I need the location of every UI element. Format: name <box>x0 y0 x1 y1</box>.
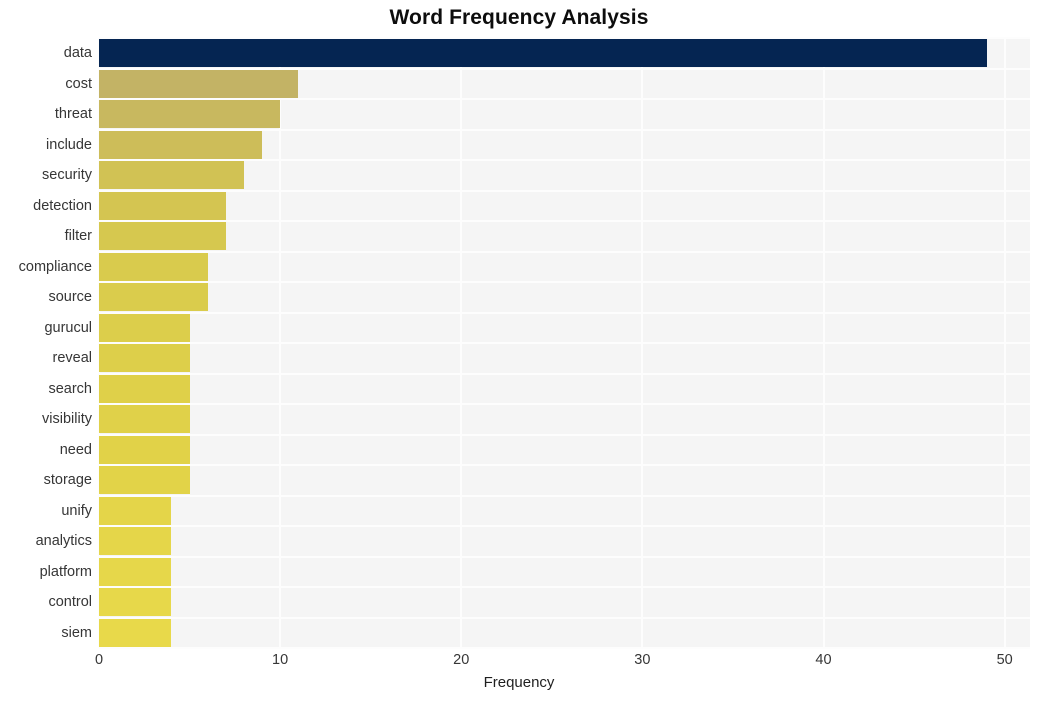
bar-storage <box>99 466 190 495</box>
bar-fill <box>99 405 190 434</box>
bar-security <box>99 161 244 190</box>
bar-control <box>99 588 172 617</box>
y-tick-label-include: include <box>46 136 92 153</box>
y-tick-label-compliance: compliance <box>18 258 92 275</box>
chart-title: Word Frequency Analysis <box>389 6 649 29</box>
bar-fill <box>99 283 208 312</box>
y-axis-tick-labels: data cost threat include security detection fi… <box>0 38 92 648</box>
bar-compliance <box>99 252 208 281</box>
y-tick-label-control: control <box>48 594 92 611</box>
bar-fill <box>99 100 281 129</box>
bar-fill <box>99 222 226 251</box>
y-tick-label-siem: siem <box>61 624 92 641</box>
bar-fill <box>99 69 299 98</box>
bar-gurucul <box>99 313 190 342</box>
bar-fill <box>99 39 987 68</box>
plot-area <box>98 37 1030 649</box>
bar-fill <box>99 374 190 403</box>
x-tick-label-50: 50 <box>996 652 1013 668</box>
bar-fill <box>99 496 172 525</box>
bar-platform <box>99 557 172 586</box>
bar-fill <box>99 588 172 617</box>
bar-fill <box>99 130 262 159</box>
bar-fill <box>99 618 172 647</box>
x-tick-label-20: 20 <box>453 652 470 668</box>
y-tick-label-source: source <box>48 289 92 306</box>
bar-series <box>99 38 1030 648</box>
bar-data <box>99 39 987 68</box>
bar-fill <box>99 313 190 342</box>
x-tick-label-0: 0 <box>94 652 104 668</box>
y-tick-label-need: need <box>59 441 92 458</box>
bar-fill <box>99 557 172 586</box>
x-axis-title: Frequency <box>483 674 555 691</box>
bar-source <box>99 283 208 312</box>
bar-siem <box>99 618 172 647</box>
y-tick-label-unify: unify <box>61 502 92 519</box>
bar-include <box>99 130 262 159</box>
bar-fill <box>99 344 190 373</box>
y-tick-label-data: data <box>63 45 92 62</box>
x-tick-label-10: 10 <box>272 652 289 668</box>
y-tick-label-detection: detection <box>33 197 92 214</box>
bar-fill <box>99 252 208 281</box>
y-tick-label-reveal: reveal <box>52 350 93 367</box>
bar-analytics <box>99 527 172 556</box>
x-axis-tick-labels: 0 10 20 30 40 50 <box>0 652 1038 674</box>
bar-unify <box>99 496 172 525</box>
bar-reveal <box>99 344 190 373</box>
bar-search <box>99 374 190 403</box>
y-tick-label-analytics: analytics <box>35 533 92 550</box>
bar-need <box>99 435 190 464</box>
x-tick-label-30: 30 <box>634 652 651 668</box>
y-tick-label-threat: threat <box>54 106 92 123</box>
bar-fill <box>99 191 226 220</box>
word-frequency-bar-chart: Word Frequency Analysis data cost threat in… <box>0 0 1038 701</box>
bar-cost <box>99 69 299 98</box>
y-tick-label-filter: filter <box>64 228 92 245</box>
bar-threat <box>99 100 281 129</box>
y-tick-label-visibility: visibility <box>42 411 92 428</box>
bar-detection <box>99 191 226 220</box>
bar-fill <box>99 435 190 464</box>
y-tick-label-storage: storage <box>43 472 92 489</box>
bar-visibility <box>99 405 190 434</box>
y-tick-label-cost: cost <box>65 75 92 92</box>
bar-fill <box>99 466 190 495</box>
y-tick-label-platform: platform <box>39 563 92 580</box>
bar-fill <box>99 161 244 190</box>
y-tick-label-security: security <box>42 167 92 184</box>
bar-fill <box>99 527 172 556</box>
bar-filter <box>99 222 226 251</box>
y-tick-label-gurucul: gurucul <box>44 319 92 336</box>
x-tick-label-40: 40 <box>815 652 832 668</box>
y-tick-label-search: search <box>48 380 92 397</box>
